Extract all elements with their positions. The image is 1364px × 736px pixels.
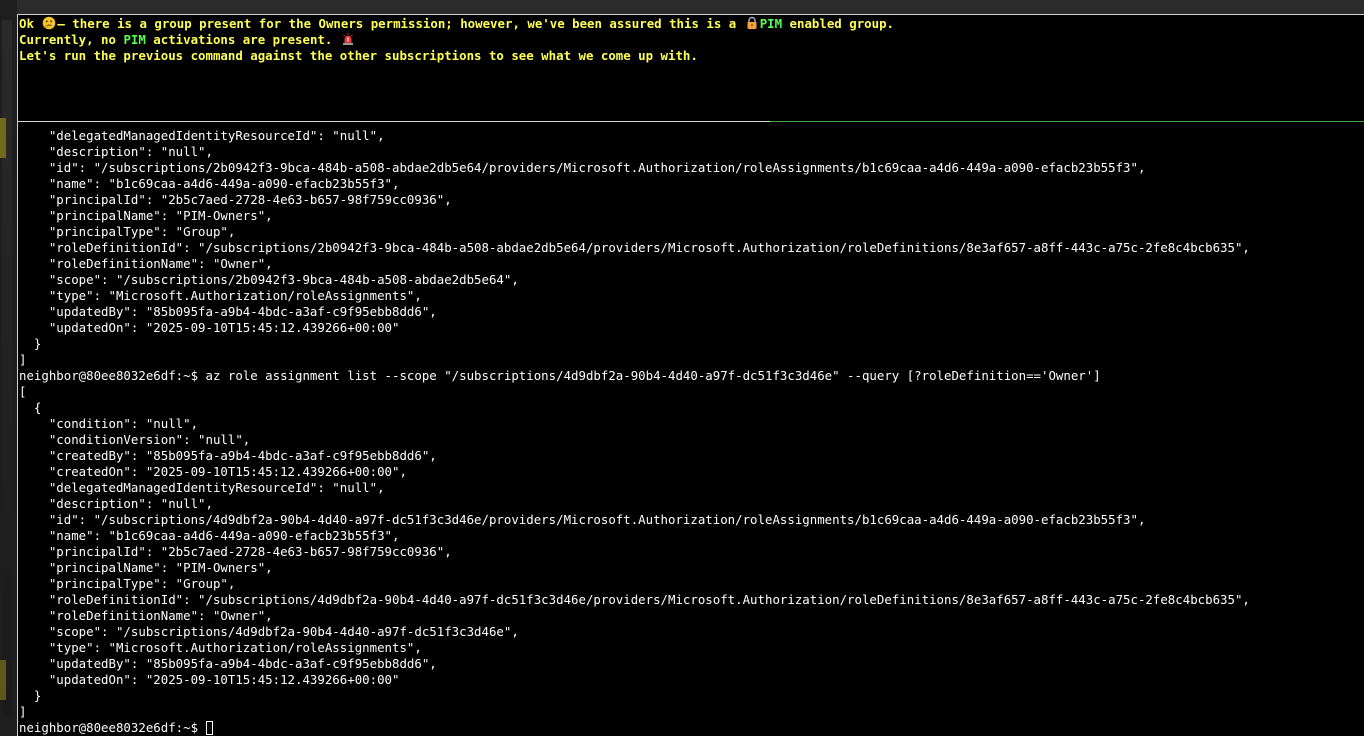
terminal-line: "condition": "null", [19, 416, 199, 431]
pane-divider-accent [770, 121, 1364, 122]
terminal-line: "createdOn": "2025-09-10T15:45:12.439266… [19, 464, 407, 479]
terminal-line: "type": "Microsoft.Authorization/roleAss… [19, 640, 422, 655]
chat-line-2: Currently, no PIM activations are presen… [19, 32, 356, 48]
terminal-line: "scope": "/subscriptions/2b0942f3-9bca-4… [19, 272, 519, 287]
terminal-line: "id": "/subscriptions/4d9dbf2a-90b4-4d40… [19, 512, 1146, 527]
terminal-line: "principalName": "PIM-Owners", [19, 208, 273, 223]
pane-divider [18, 121, 770, 122]
chat-line-1: Ok — there is a group present for the Ow… [19, 16, 894, 32]
terminal-line: "roleDefinitionId": "/subscriptions/2b09… [19, 240, 1250, 255]
terminal-line: "id": "/subscriptions/2b0942f3-9bca-484b… [19, 160, 1146, 175]
background-scrap [0, 660, 6, 700]
chat-line-3: Let's run the previous command against t… [19, 48, 698, 63]
terminal-line: "updatedOn": "2025-09-10T15:45:12.439266… [19, 320, 400, 335]
pim-highlight: PIM [123, 32, 146, 47]
terminal-line: } [19, 336, 42, 351]
terminal-line: "description": "null", [19, 144, 213, 159]
terminal-line: [ [19, 384, 27, 399]
terminal-line: "type": "Microsoft.Authorization/roleAss… [19, 288, 422, 303]
terminal-line: ] [19, 352, 27, 367]
pim-highlight: PIM [759, 16, 783, 31]
chat-text: Currently, no [19, 32, 124, 47]
siren-icon [342, 33, 353, 45]
terminal-line: "updatedBy": "85b095fa-a9b4-4bdc-a3af-c9… [19, 656, 437, 671]
terminal-line: } [19, 688, 42, 703]
terminal-line: "description": "null", [19, 496, 213, 511]
terminal-line: ] [19, 704, 27, 719]
terminal-line: "roleDefinitionName": "Owner", [19, 256, 273, 271]
window-frame-left [0, 0, 17, 736]
terminal-line: "updatedBy": "85b095fa-a9b4-4bdc-a3af-c9… [19, 304, 437, 319]
terminal-line: "principalType": "Group", [19, 576, 236, 591]
terminal-line: "principalId": "2b5c7aed-2728-4e63-b657-… [19, 544, 452, 559]
terminal-prompt-line[interactable]: neighbor@80ee8032e6df:~$ [19, 720, 1364, 736]
terminal-line: "conditionVersion": "null", [19, 432, 251, 447]
terminal-line: "name": "b1c69caa-a4d6-449a-a090-efacb23… [19, 176, 400, 191]
chat-text: Ok [19, 16, 42, 31]
chat-text: enabled group. [782, 16, 894, 31]
thinking-face-icon [43, 16, 56, 30]
terminal-line: "updatedOn": "2025-09-10T15:45:12.439266… [19, 672, 400, 687]
terminal-line: "delegatedManagedIdentityResourceId": "n… [19, 128, 385, 143]
terminal-line: "roleDefinitionId": "/subscriptions/4d9d… [19, 592, 1250, 607]
terminal-line: "principalName": "PIM-Owners", [19, 560, 273, 575]
terminal-line: "delegatedManagedIdentityResourceId": "n… [19, 480, 385, 495]
chat-text: — there is a group present for the Owner… [57, 16, 744, 31]
background-scrap [0, 118, 6, 158]
terminal-line: "name": "b1c69caa-a4d6-449a-a090-efacb23… [19, 528, 400, 543]
terminal-line: "principalType": "Group", [19, 224, 236, 239]
window-frame-top [0, 0, 1364, 14]
terminal-line: { [19, 400, 42, 415]
terminal-output: "delegatedManagedIdentityResourceId": "n… [19, 128, 1364, 736]
terminal-window[interactable]: Ok — there is a group present for the Ow… [17, 14, 1364, 736]
chat-text: activations are present. [145, 32, 340, 47]
lock-icon [747, 16, 757, 29]
chat-panel: Ok — there is a group present for the Ow… [18, 15, 1364, 121]
terminal-line: neighbor@80ee8032e6df:~$ az role assignm… [19, 368, 1101, 383]
terminal-line: "createdBy": "85b095fa-a9b4-4bdc-a3af-c9… [19, 448, 437, 463]
terminal-line: "roleDefinitionName": "Owner", [19, 608, 273, 623]
terminal-line: "principalId": "2b5c7aed-2728-4e63-b657-… [19, 192, 452, 207]
terminal-prompt: neighbor@80ee8032e6df:~$ [19, 720, 206, 735]
terminal-cursor[interactable] [205, 721, 213, 735]
terminal-line: "scope": "/subscriptions/4d9dbf2a-90b4-4… [19, 624, 519, 639]
